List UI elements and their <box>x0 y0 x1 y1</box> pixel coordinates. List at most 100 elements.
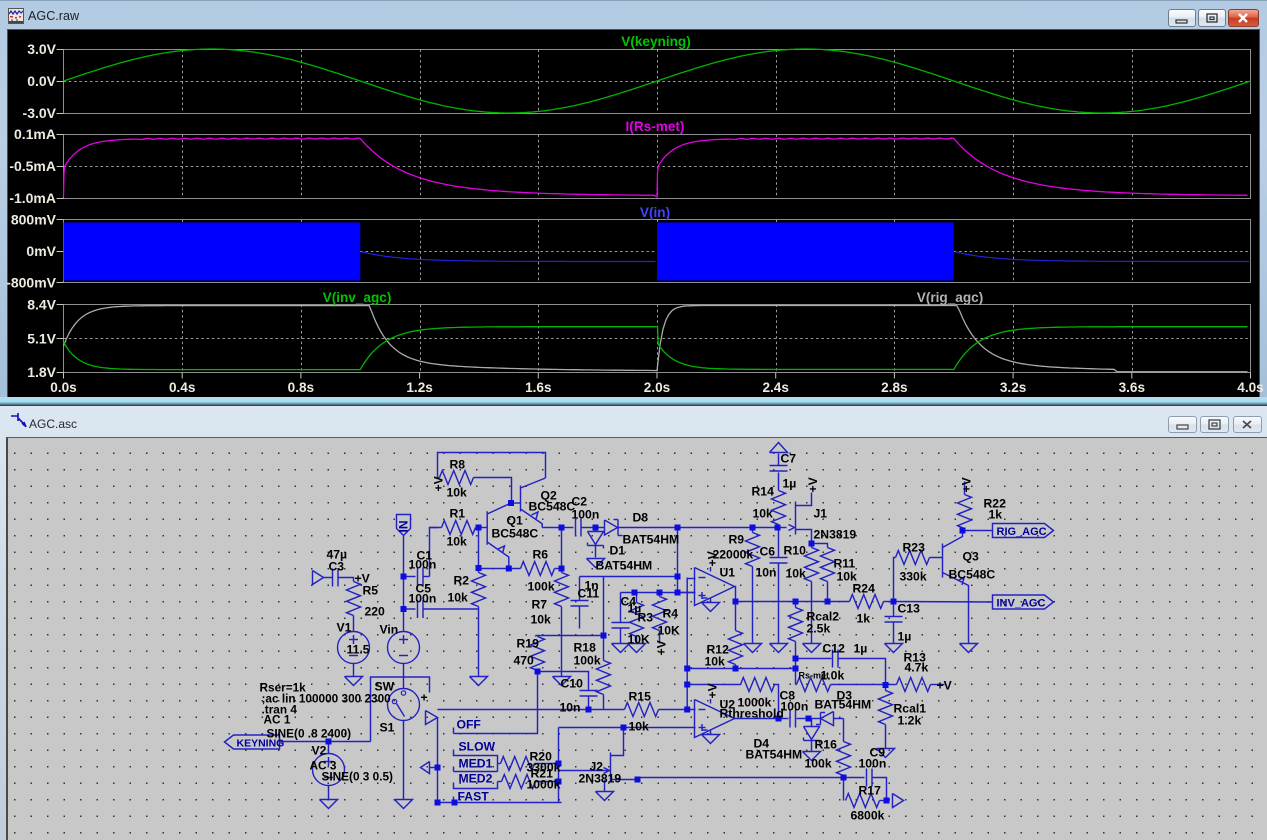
svg-text:I(Rs-met): I(Rs-met) <box>626 119 685 134</box>
svg-text:6800k: 6800k <box>851 809 885 823</box>
svg-text:Vin: Vin <box>380 623 399 637</box>
svg-text:R11: R11 <box>834 557 856 571</box>
svg-text:1µ: 1µ <box>783 477 797 491</box>
svg-text:C6: C6 <box>760 545 776 559</box>
svg-text:0.0V: 0.0V <box>27 73 56 89</box>
svg-text:330k: 330k <box>900 570 927 584</box>
svg-text:100n: 100n <box>409 592 437 606</box>
svg-text:R23: R23 <box>903 541 926 555</box>
svg-text:V2: V2 <box>312 744 327 758</box>
svg-text:C10: C10 <box>561 677 584 691</box>
svg-text:R8: R8 <box>450 458 466 472</box>
svg-text:V1: V1 <box>337 621 352 635</box>
svg-text:V(rig_agc): V(rig_agc) <box>917 290 983 305</box>
svg-text:2.5k: 2.5k <box>807 622 831 636</box>
svg-text:BAT54HM: BAT54HM <box>815 698 872 712</box>
svg-text:0.4s: 0.4s <box>169 380 195 395</box>
svg-text:3.6s: 3.6s <box>1119 380 1145 395</box>
svg-text:10n: 10n <box>756 566 777 580</box>
svg-text:1k: 1k <box>857 612 871 626</box>
svg-text:IN: IN <box>397 521 411 533</box>
svg-text:R5: R5 <box>363 584 379 598</box>
svg-text:+V: +V <box>806 476 820 492</box>
svg-text:2.8s: 2.8s <box>881 380 907 395</box>
svg-text:22000k: 22000k <box>713 548 754 562</box>
svg-text:-800mV: -800mV <box>6 275 56 291</box>
svg-text:1µ: 1µ <box>898 630 912 644</box>
svg-text:100n: 100n <box>572 508 600 522</box>
svg-text:Rthreshold: Rthreshold <box>720 707 784 721</box>
svg-text:0mV: 0mV <box>26 243 56 259</box>
svg-text:BC548C: BC548C <box>949 568 996 582</box>
svg-text:R16: R16 <box>815 738 838 752</box>
svg-text:100n: 100n <box>859 757 887 771</box>
svg-text:1.2s: 1.2s <box>406 380 432 395</box>
svg-text:R19: R19 <box>517 637 540 651</box>
svg-text:10k: 10k <box>705 655 726 669</box>
svg-text:10n: 10n <box>560 701 581 715</box>
svg-text:+V: +V <box>706 682 720 698</box>
svg-text:+: + <box>421 691 428 705</box>
svg-text:4.0s: 4.0s <box>1237 380 1263 395</box>
svg-text:R4: R4 <box>663 607 679 621</box>
svg-text:5.1V: 5.1V <box>27 331 56 347</box>
svg-text:S1: S1 <box>380 721 395 735</box>
svg-text:R15: R15 <box>629 690 652 704</box>
svg-text:BAT54HM: BAT54HM <box>746 748 803 762</box>
svg-text:AC 1: AC 1 <box>264 713 291 727</box>
svg-text:10k: 10k <box>531 613 552 627</box>
svg-text:Q1: Q1 <box>507 514 523 528</box>
svg-text:C13: C13 <box>898 602 921 616</box>
svg-text:FAST: FAST <box>458 790 490 804</box>
svg-text:C12: C12 <box>823 642 846 656</box>
svg-text:D8: D8 <box>633 511 649 525</box>
svg-text:10K: 10K <box>628 633 651 647</box>
svg-text:1.0k: 1.0k <box>821 669 845 683</box>
svg-text:1k: 1k <box>989 508 1003 522</box>
svg-text:10K: 10K <box>658 624 681 638</box>
svg-text:SLOW: SLOW <box>459 740 496 754</box>
svg-text:SINE(0 .8 2400): SINE(0 .8 2400) <box>267 727 352 741</box>
svg-text:3.2s: 3.2s <box>1000 380 1026 395</box>
svg-text:220: 220 <box>365 605 386 619</box>
svg-text:11.5: 11.5 <box>347 643 370 657</box>
svg-text:0.8s: 0.8s <box>288 380 314 395</box>
svg-text:1.2k: 1.2k <box>898 714 922 728</box>
svg-text:Q3: Q3 <box>963 550 979 564</box>
svg-text:BAT54HM: BAT54HM <box>596 559 653 573</box>
svg-text:-3.0V: -3.0V <box>23 105 57 121</box>
svg-text:INV_AGC: INV_AGC <box>997 597 1046 609</box>
svg-text:+V: +V <box>655 639 669 655</box>
svg-text:-0.5mA: -0.5mA <box>9 158 56 174</box>
svg-text:R3: R3 <box>638 611 654 625</box>
svg-text:R6: R6 <box>533 548 549 562</box>
svg-text:800mV: 800mV <box>11 212 57 228</box>
svg-text:100k: 100k <box>805 757 832 771</box>
svg-text:R1: R1 <box>450 507 466 521</box>
svg-text:2N3819: 2N3819 <box>814 528 857 542</box>
svg-text:V(inv_agc): V(inv_agc) <box>323 290 392 305</box>
svg-text:10k: 10k <box>447 535 468 549</box>
svg-text:R7: R7 <box>532 598 548 612</box>
svg-text:C3: C3 <box>329 560 345 574</box>
svg-text:0.1mA: 0.1mA <box>14 126 56 142</box>
svg-text:+V: +V <box>432 475 446 491</box>
svg-text:MED1: MED1 <box>459 757 493 771</box>
svg-text:V(keyning): V(keyning) <box>621 34 691 49</box>
svg-text:0.0s: 0.0s <box>50 380 76 395</box>
svg-text:R18: R18 <box>574 641 597 655</box>
svg-text:10k: 10k <box>753 507 774 521</box>
svg-text:J1: J1 <box>814 507 828 521</box>
svg-text:100n: 100n <box>781 700 809 714</box>
svg-text:10k: 10k <box>448 591 469 605</box>
svg-text:MED2: MED2 <box>459 772 493 786</box>
svg-text:100k: 100k <box>528 580 555 594</box>
svg-text:BC548C: BC548C <box>529 500 576 514</box>
svg-text:R9: R9 <box>729 533 745 547</box>
svg-text:100k: 100k <box>574 654 601 668</box>
svg-text:10k: 10k <box>447 486 468 500</box>
svg-text:BC548C: BC548C <box>492 527 539 541</box>
svg-text:R2: R2 <box>454 574 470 588</box>
svg-text:C7: C7 <box>781 452 797 466</box>
svg-text:1000k: 1000k <box>527 778 561 792</box>
